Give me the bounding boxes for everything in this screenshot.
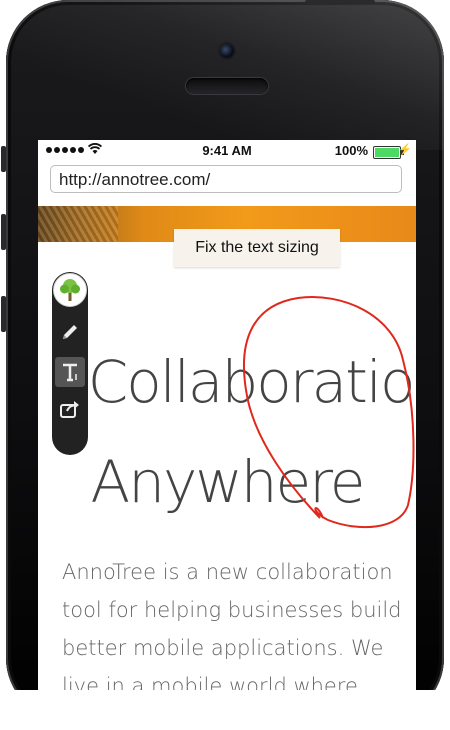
annotation-toolbar [52,272,88,455]
status-bar: 9:41 AM 100% ⚡ [38,140,416,162]
front-camera [220,44,234,58]
hero-heading-line2: Anywhere [90,448,366,516]
text-tool-icon[interactable] [55,357,85,387]
annotation-comment[interactable]: Fix the text sizing [174,229,340,267]
intro-paragraph: AnnoTree is a new collaboration tool for… [62,560,402,698]
banner-texture [38,206,118,242]
share-icon[interactable] [55,394,85,424]
page-bottom-edge [0,690,450,730]
volume-up-button [1,214,6,250]
mute-switch [1,146,6,172]
battery-icon [373,146,404,159]
battery-percent: 100% [334,143,368,158]
volume-down-button [1,296,6,332]
power-button [305,0,375,4]
phone-screen: 9:41 AM 100% ⚡ http://annotree.com/ Coll… [38,140,416,700]
pencil-icon[interactable] [55,317,85,347]
url-field[interactable]: http://annotree.com/ [50,165,402,193]
charging-bolt-icon: ⚡ [398,144,412,156]
earpiece-speaker [186,78,268,94]
annotree-logo-icon[interactable] [53,273,87,307]
hero-heading-line1: Collaboration [87,348,416,416]
